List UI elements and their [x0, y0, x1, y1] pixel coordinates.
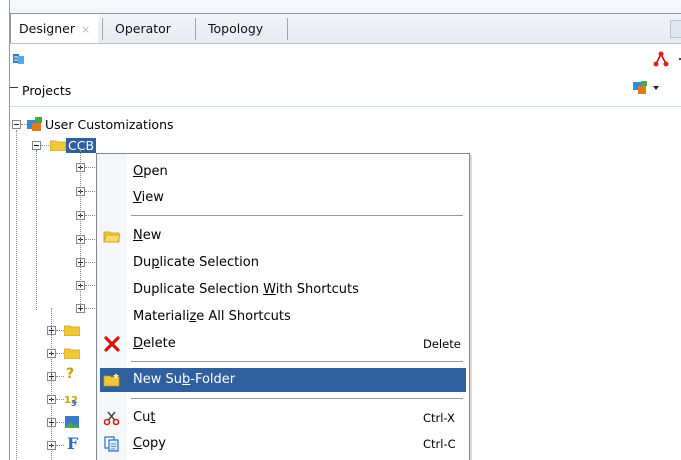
- projects-label: Projects: [22, 83, 72, 98]
- user-customizations-icon: [27, 117, 42, 131]
- menu-item-label: Open: [133, 164, 168, 179]
- folder-icon: [50, 140, 66, 151]
- topology-icon[interactable]: [652, 50, 670, 68]
- projects-menu-icon[interactable]: [632, 80, 648, 96]
- image-icon: [65, 416, 79, 428]
- refresh-connect-icon[interactable]: [12, 52, 26, 66]
- menu-item-view[interactable]: View: [97, 186, 469, 210]
- new-folder-icon: [103, 373, 120, 387]
- menu-item-new-sub-folder[interactable]: New Sub-Folder: [100, 368, 466, 392]
- minimize-button[interactable]: [670, 20, 681, 38]
- tab-designer-label: Designer: [19, 21, 75, 36]
- menu-separator: [131, 361, 463, 362]
- shortcut-label: Ctrl-C: [423, 437, 456, 451]
- folder-icon: [64, 348, 80, 359]
- folder-open-icon: [103, 231, 121, 243]
- chevron-down-icon[interactable]: [653, 86, 659, 90]
- sequence-icon: 12 3: [64, 395, 78, 407]
- shortcut-label: Delete: [423, 337, 461, 351]
- menu-item-cut[interactable]: Cut Ctrl-X: [97, 406, 469, 430]
- menu-item-label: New Sub-Folder: [133, 372, 236, 387]
- shortcut-label: Ctrl-X: [423, 411, 455, 425]
- menu-separator: [131, 215, 463, 216]
- menu-item-new[interactable]: New: [97, 224, 469, 248]
- context-menu: Open View New Duplicate Selection Duplic…: [96, 153, 470, 460]
- menu-item-duplicate-selection[interactable]: Duplicate Selection: [97, 251, 469, 275]
- tab-topology[interactable]: Topology: [200, 14, 271, 43]
- menu-item-label: Duplicate Selection With Shortcuts: [133, 282, 359, 297]
- menu-item-copy[interactable]: Copy Ctrl-C: [97, 432, 469, 456]
- delete-x-icon: [104, 336, 120, 352]
- copy-icon: [104, 436, 119, 452]
- navigator-toolbar: [10, 44, 681, 74]
- svg-text:3: 3: [71, 399, 77, 407]
- close-icon[interactable]: ×: [81, 23, 90, 36]
- menu-item-label: Materialize All Shortcuts: [133, 309, 291, 324]
- menu-item-label: Delete: [133, 336, 176, 351]
- tab-bar: Designer × Operator Topology: [10, 0, 681, 44]
- collapse-expander-icon[interactable]: [12, 120, 21, 129]
- projects-accordion-header[interactable]: Projects: [10, 76, 681, 107]
- menu-separator: [131, 398, 463, 399]
- function-icon: F: [67, 434, 79, 453]
- tab-operator-label: Operator: [115, 21, 171, 36]
- tree-root-label[interactable]: User Customizations: [45, 117, 174, 132]
- tab-designer[interactable]: Designer ×: [10, 14, 99, 43]
- collapse-icon[interactable]: [10, 87, 18, 88]
- menu-item-materialize-shortcuts[interactable]: Materialize All Shortcuts: [97, 305, 469, 329]
- question-mark-icon: ?: [66, 366, 75, 382]
- tab-topology-label: Topology: [208, 21, 264, 36]
- tab-operator[interactable]: Operator: [107, 14, 179, 43]
- menu-item-label: View: [133, 190, 164, 205]
- menu-item-label: New: [133, 228, 162, 243]
- menu-item-duplicate-with-shortcuts[interactable]: Duplicate Selection With Shortcuts: [97, 278, 469, 302]
- menu-item-open[interactable]: Open: [97, 160, 469, 184]
- folder-icon: [64, 325, 80, 336]
- scissors-icon: [103, 411, 120, 426]
- odi-designer-window: Designer × Operator Topology Projects Us…: [0, 0, 681, 460]
- collapse-expander-icon[interactable]: [32, 141, 41, 150]
- menu-item-label: Cut: [133, 410, 156, 425]
- menu-item-label: Duplicate Selection: [133, 255, 259, 270]
- menu-item-label: Copy: [133, 436, 166, 451]
- menu-item-delete[interactable]: Delete Delete: [97, 332, 469, 356]
